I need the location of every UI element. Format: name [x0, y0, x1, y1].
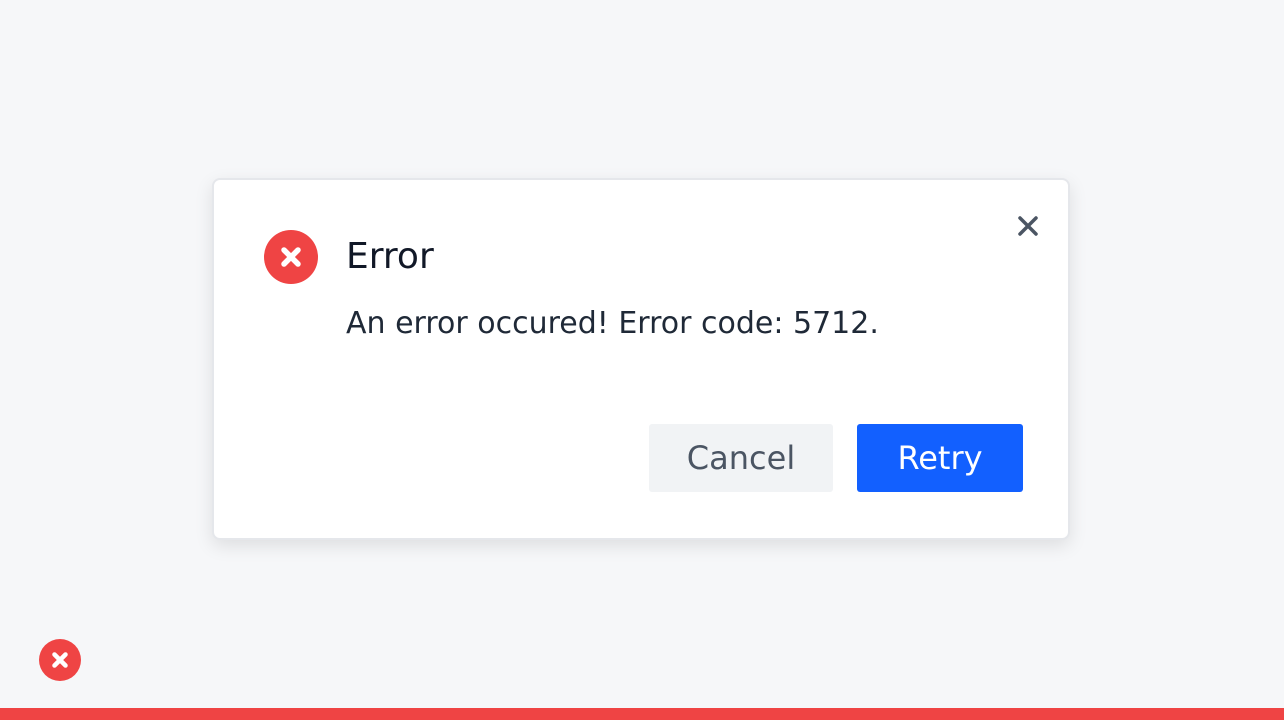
close-button[interactable] — [1012, 210, 1044, 242]
dialog-message: An error occured! Error code: 5712. — [346, 306, 879, 341]
page-background: Error An error occured! Error code: 5712… — [0, 0, 1284, 720]
retry-button[interactable]: Retry — [857, 424, 1023, 492]
error-status-bar — [0, 708, 1284, 720]
error-dialog: Error An error occured! Error code: 5712… — [212, 178, 1070, 540]
error-x-circle-icon — [264, 230, 318, 284]
cancel-button[interactable]: Cancel — [649, 424, 833, 492]
status-error-icon — [39, 639, 81, 681]
dialog-title: Error — [346, 236, 434, 277]
close-icon — [1018, 216, 1038, 236]
